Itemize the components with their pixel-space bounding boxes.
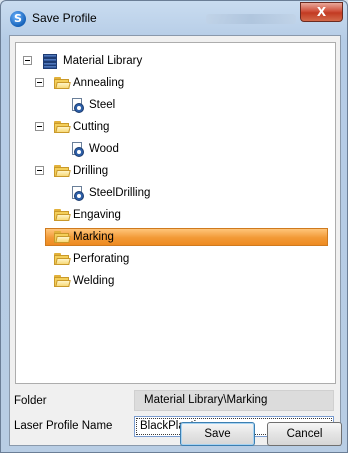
tree-node-cutting[interactable]: Cutting bbox=[23, 118, 323, 136]
tree-node-label: Engaving bbox=[73, 209, 121, 221]
material-tree[interactable]: Material Library Annealing Steel Cutting… bbox=[15, 42, 336, 384]
library-icon bbox=[43, 54, 57, 69]
collapse-icon[interactable] bbox=[35, 166, 44, 175]
tree-node-label: Steel bbox=[89, 99, 116, 111]
tree-node-label: Cutting bbox=[73, 121, 110, 133]
folder-label: Folder bbox=[14, 395, 47, 407]
folder-icon bbox=[54, 77, 71, 89]
folder-icon bbox=[54, 209, 71, 221]
tree-node-label: Perforating bbox=[73, 253, 130, 265]
tree-node-marking[interactable]: Marking bbox=[16, 228, 334, 246]
app-logo-icon: S bbox=[10, 11, 26, 27]
collapse-icon[interactable] bbox=[35, 122, 44, 131]
tree-node-label: Wood bbox=[89, 143, 119, 155]
tree-node-label: Annealing bbox=[73, 77, 125, 89]
folder-path-field: Material Library\Marking bbox=[134, 390, 334, 411]
tree-node-label: Material Library bbox=[63, 55, 143, 67]
save-profile-dialog: S Save Profile X Material Library Anneal… bbox=[0, 0, 348, 453]
save-button[interactable]: Save bbox=[180, 422, 255, 446]
folder-icon bbox=[54, 231, 71, 243]
cancel-button[interactable]: Cancel bbox=[267, 422, 342, 446]
tree-node-label: Drilling bbox=[73, 165, 109, 177]
folder-icon bbox=[54, 275, 71, 287]
folder-icon bbox=[54, 121, 71, 133]
tree-node-drilling[interactable]: Drilling bbox=[23, 162, 323, 180]
tree-node-engaving[interactable]: Engaving bbox=[23, 206, 323, 224]
profile-icon bbox=[71, 186, 84, 201]
tree-node-material-library[interactable]: Material Library bbox=[23, 52, 323, 70]
tree-node-label: Marking bbox=[73, 231, 114, 243]
dialog-client-area: Material Library Annealing Steel Cutting… bbox=[9, 35, 341, 446]
tree-node-label: Welding bbox=[73, 275, 115, 287]
tree-node-label: SteelDrilling bbox=[89, 187, 151, 199]
tree-node-steeldrilling[interactable]: SteelDrilling bbox=[23, 184, 323, 202]
folder-icon bbox=[54, 253, 71, 265]
profile-icon bbox=[71, 142, 84, 157]
profile-icon bbox=[71, 98, 84, 113]
laser-profile-name-label: Laser Profile Name bbox=[14, 420, 113, 432]
window-title: Save Profile bbox=[32, 11, 97, 25]
tree-node-steel[interactable]: Steel bbox=[23, 96, 323, 114]
background-title-blur bbox=[206, 14, 296, 24]
tree-node-wood[interactable]: Wood bbox=[23, 140, 323, 158]
close-button[interactable]: X bbox=[300, 2, 343, 22]
collapse-icon[interactable] bbox=[23, 56, 32, 65]
collapse-icon[interactable] bbox=[35, 78, 44, 87]
tree-node-annealing[interactable]: Annealing bbox=[23, 74, 323, 92]
tree-node-welding[interactable]: Welding bbox=[23, 272, 323, 290]
tree-node-perforating[interactable]: Perforating bbox=[23, 250, 323, 268]
folder-icon bbox=[54, 165, 71, 177]
title-bar[interactable]: S Save Profile X bbox=[1, 1, 347, 35]
